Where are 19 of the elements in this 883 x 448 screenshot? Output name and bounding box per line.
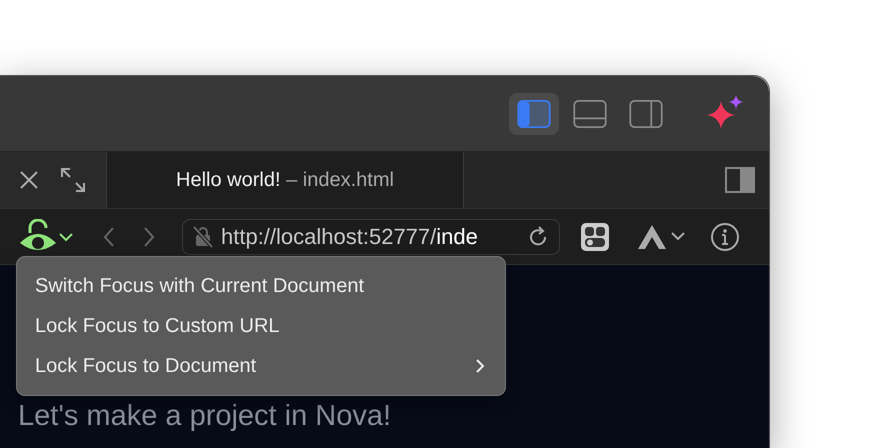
chevron-down-icon[interactable] bbox=[58, 230, 74, 242]
expand-icon[interactable] bbox=[58, 166, 87, 194]
split-view-icon[interactable] bbox=[725, 167, 755, 193]
triangles-icon[interactable] bbox=[638, 222, 686, 250]
menu-item[interactable]: Switch Focus with Current Document bbox=[17, 266, 505, 306]
back-icon[interactable] bbox=[102, 226, 116, 248]
reload-icon[interactable] bbox=[527, 226, 549, 248]
layout-button[interactable] bbox=[509, 92, 559, 134]
forward-icon[interactable] bbox=[142, 226, 156, 248]
menu-item[interactable]: Lock Focus to Document bbox=[17, 346, 505, 386]
close-icon[interactable] bbox=[19, 170, 40, 190]
menu-item[interactable]: Lock Focus to Custom URL bbox=[17, 306, 505, 346]
info-icon[interactable] bbox=[710, 222, 740, 252]
url-text: http://localhost:52777/inde bbox=[221, 224, 479, 250]
document-tab[interactable]: Hello world! – index.html bbox=[107, 152, 464, 208]
page-heading: Let's make a project in Nova! bbox=[18, 400, 392, 433]
url-field[interactable]: http://localhost:52777/inde bbox=[182, 218, 560, 254]
toggle-icon[interactable] bbox=[580, 222, 610, 252]
lock-slash-icon bbox=[193, 226, 213, 248]
